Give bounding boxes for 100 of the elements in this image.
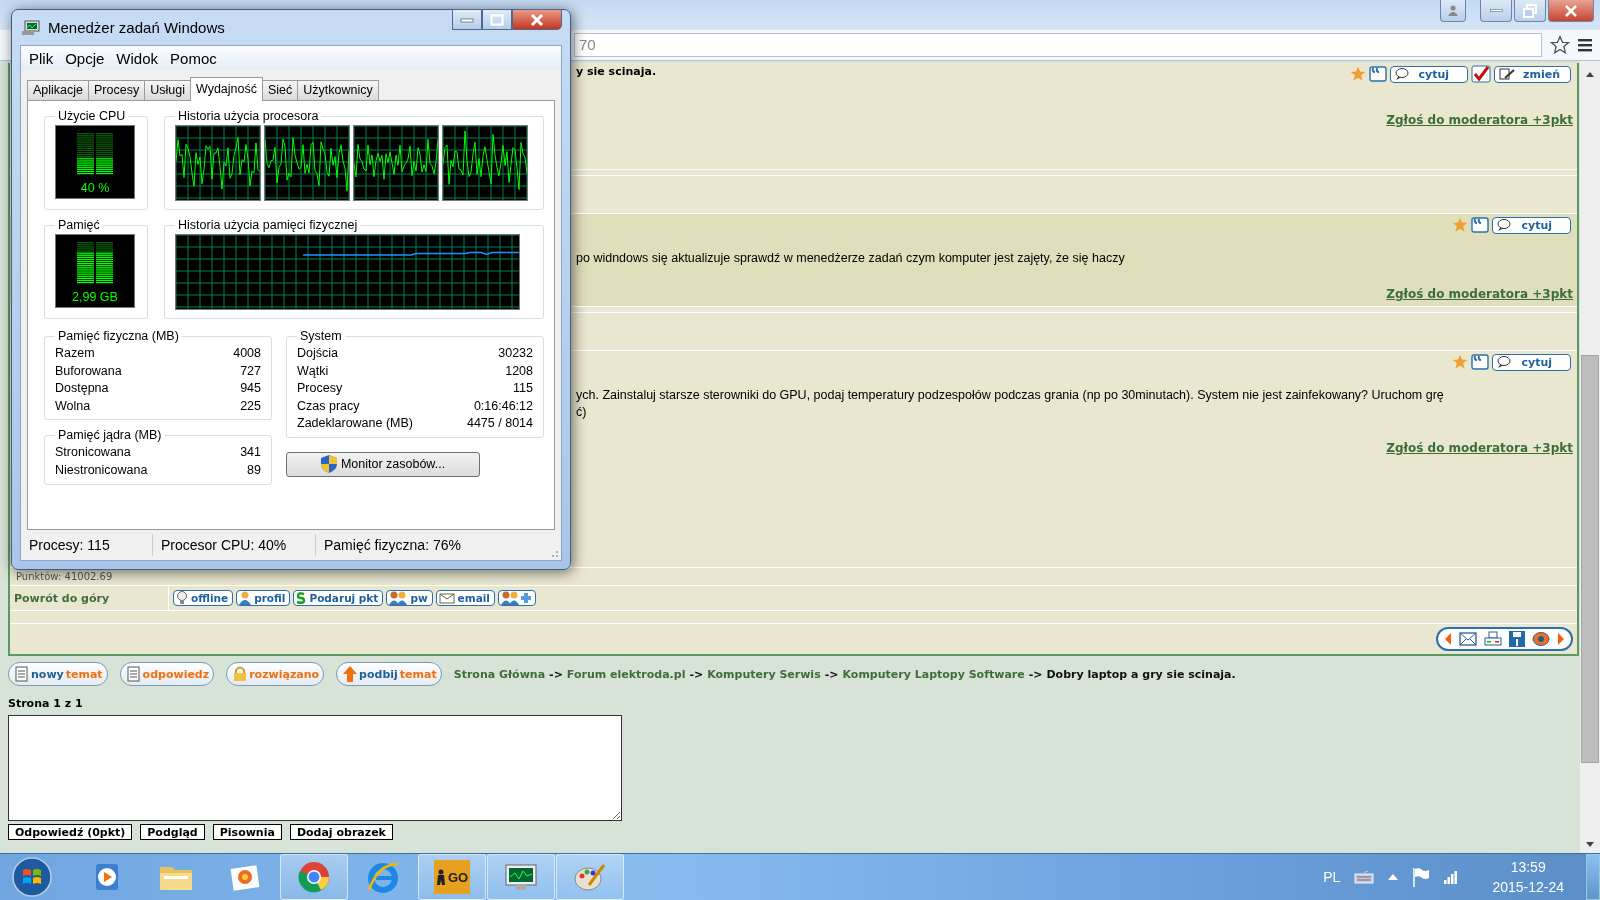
save-icon[interactable] — [1509, 631, 1525, 647]
stat-value: 225 — [240, 397, 261, 415]
reply-form-button[interactable]: Podgląd — [140, 824, 205, 840]
stat-value: 0:16:46:12 — [473, 397, 533, 415]
quote-button[interactable]: cytuj — [1492, 353, 1571, 371]
menu-icon[interactable] — [1578, 38, 1592, 52]
quote-icon[interactable] — [1368, 65, 1387, 83]
stat-label: Wolna — [55, 397, 91, 415]
menu-item[interactable]: Opcje — [59, 49, 111, 67]
taskbar-app-button[interactable] — [280, 854, 348, 900]
stat-label: Procesy — [297, 380, 343, 398]
stat-label: Dostępna — [55, 380, 109, 398]
breadcrumb-separator: -> — [689, 667, 704, 681]
keyboard-icon[interactable] — [1354, 870, 1375, 884]
tab[interactable]: Procesy — [88, 80, 146, 100]
group-title: Pamięć — [57, 218, 101, 232]
report-link[interactable]: Zgłoś do moderatora +3pkt — [1386, 113, 1573, 127]
post-text: ych. Zainstaluj starsze sterowniki do GPU, podaj temperatury podzespołów podczas grania (np po 30minutach). System nie jest zainfekowany? Uruchom grę — [576, 387, 1444, 404]
people-icon — [500, 591, 531, 605]
breadcrumb-link[interactable]: Forum elektroda.pl — [566, 667, 686, 681]
mail-icon[interactable] — [1459, 632, 1477, 646]
scrollbar[interactable] — [1579, 61, 1600, 854]
show-hidden-icons-icon[interactable] — [1388, 874, 1399, 880]
quote-icon[interactable] — [1471, 353, 1490, 371]
profile-action-button[interactable]: pw — [386, 590, 433, 606]
taskbar-app-button[interactable]: GO — [418, 854, 486, 900]
close-button[interactable] — [1548, 0, 1594, 22]
address-field[interactable]: 70 — [574, 33, 1542, 57]
reply-form-button[interactable]: Pisownia — [212, 824, 282, 840]
restore-button[interactable] — [1514, 0, 1546, 22]
menu-item[interactable]: Pomoc — [164, 49, 223, 67]
previous-arrow-icon[interactable] — [1444, 632, 1452, 646]
edit-button[interactable]: zmień — [1494, 65, 1571, 83]
tab[interactable]: Użytkownicy — [297, 80, 379, 100]
group-title: Pamięć fizyczna (MB) — [57, 329, 180, 343]
watch-eye-icon[interactable] — [1532, 631, 1550, 647]
window-title: Menedżer zadań Windows — [48, 19, 225, 36]
logo-text: GO — [447, 869, 469, 885]
quote-icon[interactable] — [1471, 216, 1490, 234]
profile-action-button[interactable]: offline — [173, 590, 234, 606]
menu-item[interactable]: Widok — [110, 49, 165, 67]
envelope-icon — [438, 592, 455, 604]
checkmark-icon[interactable] — [1471, 65, 1492, 83]
group-title: Historia użycia pamięci fizycznej — [177, 218, 359, 232]
star-icon[interactable] — [1452, 354, 1469, 370]
group-title: Historia użycia procesora — [177, 109, 320, 123]
profile-action-button[interactable]: Podaruj pkt — [293, 590, 384, 606]
next-arrow-icon[interactable] — [1557, 632, 1565, 646]
close-button[interactable] — [512, 9, 562, 30]
profile-action-button[interactable]: email — [435, 590, 495, 606]
tab[interactable]: Usługi — [144, 80, 191, 100]
shield-icon — [320, 455, 337, 474]
report-link[interactable]: Zgłoś do moderatora +3pkt — [1386, 287, 1573, 301]
resource-monitor-button[interactable]: Monitor zasobów... — [286, 451, 480, 477]
resize-grip-icon[interactable] — [549, 548, 559, 558]
scroll-down-icon[interactable] — [1586, 842, 1594, 848]
reply-text-area[interactable] — [8, 715, 622, 821]
breadcrumb-link[interactable]: Komputery Laptopy Software — [842, 667, 1025, 681]
scroll-up-icon[interactable] — [1586, 71, 1594, 77]
topic-button[interactable]: podbij temat — [336, 662, 442, 686]
taskbar-app-button[interactable] — [487, 854, 555, 900]
star-icon[interactable] — [1452, 217, 1469, 233]
back-to-top-link[interactable]: Powrót do góry — [14, 591, 110, 605]
scroll-thumb[interactable] — [1581, 355, 1599, 763]
menu-item[interactable]: Plik — [23, 49, 60, 67]
breadcrumb-link[interactable]: Komputery Serwis — [707, 667, 821, 681]
status-text: Pamięć fizyczna: 76% — [323, 536, 462, 555]
status-text: Procesy: 115 — [21, 534, 153, 556]
star-icon[interactable] — [1349, 66, 1366, 82]
stat-label: Stronicowana — [55, 444, 131, 462]
profile-button[interactable] — [1440, 0, 1466, 22]
stat-value: 4475 / 8014 — [466, 415, 533, 433]
profile-action-button[interactable]: profil — [236, 590, 291, 606]
stat-label: Razem — [55, 345, 95, 362]
task-manager-icon — [22, 19, 40, 36]
add-friend-button[interactable] — [497, 590, 536, 606]
quote-button[interactable]: cytuj — [1492, 216, 1571, 234]
memory-reading: 2,99 GB — [72, 290, 118, 304]
start-button[interactable] — [11, 856, 53, 898]
report-link[interactable]: Zgłoś do moderatora +3pkt — [1386, 441, 1573, 455]
speech-bubble-icon — [1497, 219, 1514, 231]
maximize-icon — [490, 13, 504, 26]
minimize-button[interactable] — [452, 9, 482, 30]
tab[interactable]: Aplikacje — [27, 80, 90, 100]
people-icon — [389, 591, 408, 605]
quote-button[interactable]: cytuj — [1389, 65, 1469, 83]
breadcrumb-link[interactable]: Strona Główna — [453, 667, 546, 681]
topic-button[interactable]: nowy temat — [8, 662, 108, 686]
soldier-icon — [435, 869, 446, 885]
reply-form-button[interactable]: Dodaj obrazek — [289, 824, 393, 840]
flag-icon[interactable] — [1412, 867, 1431, 887]
minimize-button[interactable] — [1480, 0, 1512, 22]
bookmark-star-icon[interactable] — [1550, 35, 1570, 55]
maximize-button[interactable] — [482, 9, 512, 30]
group-title: Użycie CPU — [57, 109, 127, 123]
tab[interactable]: Wydajność — [189, 77, 263, 101]
reply-form-button[interactable]: Odpowiedź (0pkt) — [8, 824, 133, 840]
taskbar-app-button[interactable] — [556, 854, 624, 900]
post-title: y sie scinaja. — [576, 65, 657, 78]
print-icon[interactable] — [1484, 631, 1502, 647]
